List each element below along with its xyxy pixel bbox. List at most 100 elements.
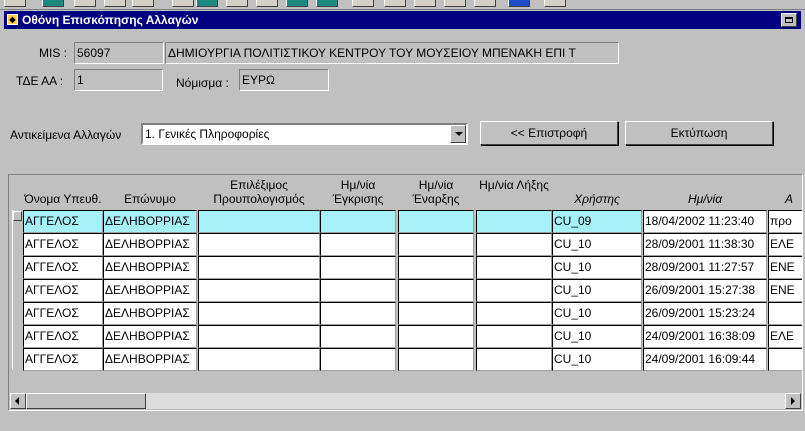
cell-user[interactable]: CU_10 — [552, 279, 642, 302]
mis-label: MIS : — [39, 46, 68, 60]
cell-date[interactable]: 24/09/2001 16:38:09 — [643, 325, 767, 348]
cell-first-name[interactable]: ΑΓΓΕΛΟΣ — [23, 302, 103, 325]
toolbar-button[interactable] — [132, 0, 154, 7]
cell-approval-date[interactable] — [320, 325, 396, 348]
cell-end-date[interactable] — [476, 348, 552, 371]
cell-eligible-budget[interactable] — [198, 325, 320, 348]
print-button[interactable]: Εκτύπωση — [625, 121, 773, 145]
cell-last-name[interactable]: ΔΕΛΗΒΟΡΡΙΑΣ — [103, 279, 197, 302]
cell-date[interactable]: 28/09/2001 11:27:57 — [643, 256, 767, 279]
toolbar-button[interactable] — [474, 0, 496, 7]
back-button[interactable]: << Επιστροφή — [480, 121, 618, 145]
cell-start-date[interactable] — [398, 256, 474, 279]
horizontal-scrollbar[interactable] — [10, 393, 801, 409]
maximize-button[interactable] — [781, 13, 797, 27]
cell-last-name[interactable]: ΔΕΛΗΒΟΡΡΙΑΣ — [103, 325, 197, 348]
col-header-desc: Α — [784, 192, 793, 206]
cell-desc[interactable]: προ — [768, 210, 802, 233]
dropdown-arrow-icon[interactable] — [450, 125, 466, 143]
cell-first-name[interactable]: ΑΓΓΕΛΟΣ — [23, 348, 103, 371]
toolbar-button[interactable] — [316, 0, 338, 7]
toolbar-button[interactable] — [74, 0, 96, 7]
cell-start-date[interactable] — [398, 279, 474, 302]
cell-end-date[interactable] — [476, 325, 552, 348]
col-header-first-name: Όνομα Υπευθ. — [24, 192, 102, 206]
cell-first-name[interactable]: ΑΓΓΕΛΟΣ — [23, 210, 103, 233]
cell-start-date[interactable] — [398, 210, 474, 233]
cell-last-name[interactable]: ΔΕΛΗΒΟΡΡΙΑΣ — [103, 348, 197, 371]
toolbar-button[interactable] — [508, 0, 530, 7]
col-header-eligible-budget: Επιλέξιμος Προυπολογισμός — [213, 178, 305, 206]
cell-date[interactable]: 26/09/2001 15:23:24 — [643, 302, 767, 325]
toolbar-button[interactable] — [384, 0, 406, 7]
toolbar-button[interactable] — [444, 0, 466, 7]
cell-end-date[interactable] — [476, 233, 552, 256]
cell-desc[interactable]: ΕΛΕ — [768, 325, 802, 348]
cell-approval-date[interactable] — [320, 302, 396, 325]
cell-end-date[interactable] — [476, 302, 552, 325]
cell-approval-date[interactable] — [320, 233, 396, 256]
toolbar-button[interactable] — [172, 0, 194, 7]
cell-first-name[interactable]: ΑΓΓΕΛΟΣ — [23, 256, 103, 279]
changes-table: Όνομα Υπευθ. Επώνυμο Επιλέξιμος Προυπολο… — [8, 174, 803, 411]
cell-start-date[interactable] — [398, 233, 474, 256]
cell-end-date[interactable] — [476, 210, 552, 233]
cell-user[interactable]: CU_10 — [552, 302, 642, 325]
row-scrollbar[interactable] — [12, 210, 22, 370]
scroll-left-icon[interactable] — [10, 393, 26, 409]
toolbar-button[interactable] — [196, 0, 218, 7]
toolbar-button[interactable] — [256, 0, 278, 7]
cell-last-name[interactable]: ΔΕΛΗΒΟΡΡΙΑΣ — [103, 256, 197, 279]
cell-date[interactable]: 28/09/2001 11:38:30 — [643, 233, 767, 256]
cell-desc[interactable] — [768, 348, 802, 371]
horizontal-scrollbar-thumb[interactable] — [26, 393, 146, 409]
cell-desc[interactable]: ΕΝΕ — [768, 256, 802, 279]
toolbar-button[interactable] — [226, 0, 248, 7]
cell-approval-date[interactable] — [320, 348, 396, 371]
toolbar-button[interactable] — [4, 0, 26, 7]
cell-date[interactable]: 24/09/2001 16:09:44 — [643, 348, 767, 371]
cell-first-name[interactable]: ΑΓΓΕΛΟΣ — [23, 279, 103, 302]
cell-user[interactable]: CU_10 — [552, 348, 642, 371]
cell-eligible-budget[interactable] — [198, 279, 320, 302]
cell-user[interactable]: CU_10 — [552, 256, 642, 279]
cell-eligible-budget[interactable] — [198, 302, 320, 325]
cell-end-date[interactable] — [476, 256, 552, 279]
cell-last-name[interactable]: ΔΕΛΗΒΟΡΡΙΑΣ — [103, 233, 197, 256]
cell-desc[interactable] — [768, 302, 802, 325]
cell-user[interactable]: CU_10 — [552, 325, 642, 348]
cell-last-name[interactable]: ΔΕΛΗΒΟΡΡΙΑΣ — [103, 302, 197, 325]
change-objects-select[interactable]: 1. Γενικές Πληροφορίες — [141, 123, 468, 145]
cell-user[interactable]: CU_09 — [552, 210, 642, 233]
tde-field: 1 — [74, 69, 163, 91]
cell-desc[interactable]: ΕΛΕ — [768, 233, 802, 256]
cell-desc[interactable]: ΕΝΕ — [768, 279, 802, 302]
cell-approval-date[interactable] — [320, 256, 396, 279]
cell-eligible-budget[interactable] — [198, 210, 320, 233]
toolbar-button[interactable] — [544, 0, 566, 7]
row-scrollbar-thumb[interactable] — [13, 211, 22, 221]
cell-date[interactable]: 26/09/2001 15:27:38 — [643, 279, 767, 302]
cell-eligible-budget[interactable] — [198, 256, 320, 279]
currency-field: ΕΥΡΩ — [239, 69, 329, 91]
cell-start-date[interactable] — [398, 302, 474, 325]
cell-start-date[interactable] — [398, 348, 474, 371]
cell-start-date[interactable] — [398, 325, 474, 348]
cell-first-name[interactable]: ΑΓΓΕΛΟΣ — [23, 325, 103, 348]
scroll-right-icon[interactable] — [785, 393, 801, 409]
toolbar-button[interactable] — [104, 0, 126, 7]
toolbar-button[interactable] — [42, 0, 64, 7]
cell-approval-date[interactable] — [320, 279, 396, 302]
cell-user[interactable]: CU_10 — [552, 233, 642, 256]
toolbar-button[interactable] — [414, 0, 436, 7]
cell-approval-date[interactable] — [320, 210, 396, 233]
toolbar-button[interactable] — [286, 0, 308, 7]
toolbar-button[interactable] — [352, 0, 374, 7]
cell-end-date[interactable] — [476, 279, 552, 302]
cell-first-name[interactable]: ΑΓΓΕΛΟΣ — [23, 233, 103, 256]
col-header-start-date: Ημ/νία Έναρξης — [412, 178, 460, 206]
cell-eligible-budget[interactable] — [198, 233, 320, 256]
cell-last-name[interactable]: ΔΕΛΗΒΟΡΡΙΑΣ — [103, 210, 197, 233]
cell-date[interactable]: 18/04/2002 11:23:40 — [643, 210, 767, 233]
cell-eligible-budget[interactable] — [198, 348, 320, 371]
